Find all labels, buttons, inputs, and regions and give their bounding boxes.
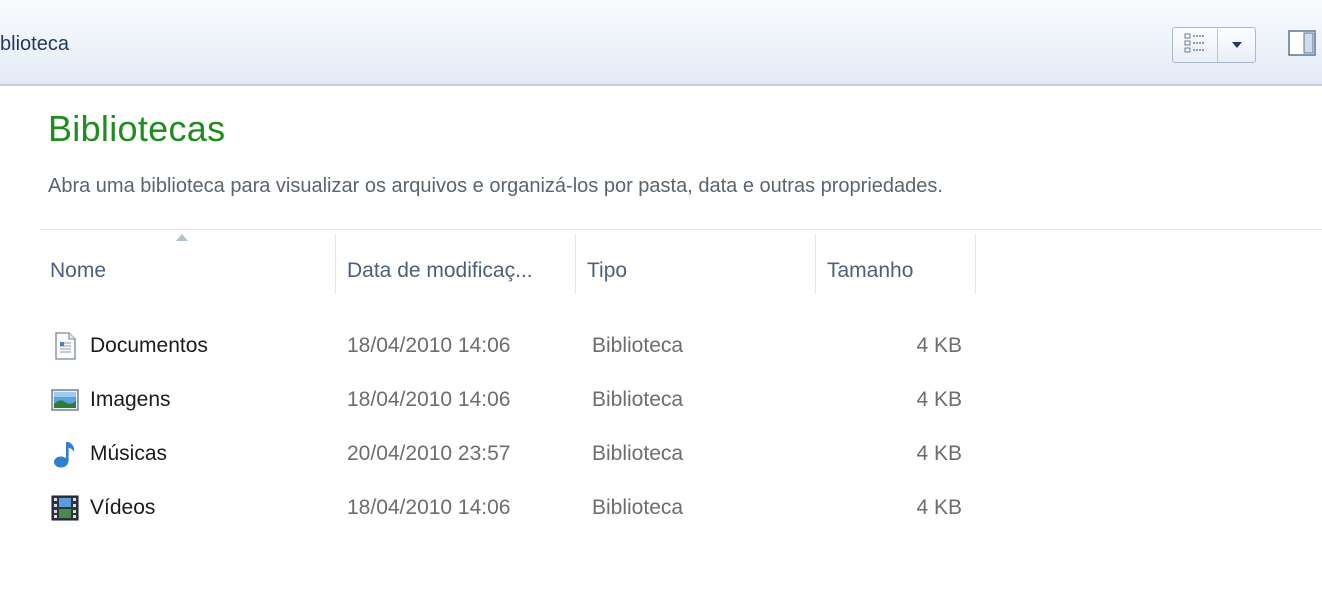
column-header-name-label: Nome <box>50 259 107 282</box>
name-cell: Músicas <box>50 427 167 481</box>
column-separator[interactable] <box>335 234 336 294</box>
size-cell: 4 KB <box>916 442 962 465</box>
preview-pane-icon <box>1287 29 1317 62</box>
column-header-size[interactable]: Tamanho <box>817 244 975 298</box>
library-row-videos[interactable]: Vídeos 18/04/2010 14:06 Biblioteca 4 KB <box>40 481 980 535</box>
preview-pane-button[interactable] <box>1282 29 1322 61</box>
video-library-icon <box>50 493 80 523</box>
column-separator[interactable] <box>975 234 976 294</box>
library-row-imagens[interactable]: Imagens 18/04/2010 14:06 Biblioteca 4 KB <box>40 373 980 427</box>
date-cell: 18/04/2010 14:06 <box>347 496 511 519</box>
size-cell: 4 KB <box>916 496 962 519</box>
command-bar: blioteca <box>0 0 1322 86</box>
page-title: Bibliotecas <box>48 108 226 149</box>
chevron-down-icon <box>1231 36 1243 54</box>
document-library-icon <box>50 331 80 361</box>
date-cell: 18/04/2010 14:06 <box>347 334 511 357</box>
column-separator[interactable] <box>575 234 576 294</box>
item-name: Músicas <box>90 442 168 465</box>
change-view-button[interactable] <box>1172 27 1256 63</box>
column-header-name[interactable]: Nome <box>40 244 335 298</box>
view-dropdown-button[interactable] <box>1218 28 1255 62</box>
type-cell: Biblioteca <box>592 496 684 519</box>
size-cell: 4 KB <box>916 334 962 357</box>
name-cell: Vídeos <box>50 481 155 535</box>
column-header-type[interactable]: Tipo <box>577 244 815 298</box>
details-view-icon <box>1184 32 1206 59</box>
explorer-window: blioteca Bibliotecas Abra uma biblioteca… <box>0 0 1322 601</box>
name-cell: Documentos <box>50 319 208 373</box>
library-row-musicas[interactable]: Músicas 20/04/2010 23:57 Biblioteca 4 KB <box>40 427 980 481</box>
item-name: Vídeos <box>90 496 156 519</box>
column-header-type-label: Tipo <box>587 259 628 282</box>
music-library-icon <box>50 439 80 469</box>
library-row-documentos[interactable]: Documentos 18/04/2010 14:06 Biblioteca 4… <box>40 319 980 373</box>
type-cell: Biblioteca <box>592 442 684 465</box>
name-cell: Imagens <box>50 373 171 427</box>
column-header-date[interactable]: Data de modificaç... <box>337 244 575 298</box>
column-separator[interactable] <box>815 234 816 294</box>
column-header-date-label: Data de modificaç... <box>347 259 533 282</box>
item-name: Imagens <box>90 388 171 411</box>
type-cell: Biblioteca <box>592 334 684 357</box>
column-header-size-label: Tamanho <box>827 259 914 282</box>
type-cell: Biblioteca <box>592 388 684 411</box>
item-name: Documentos <box>90 334 208 357</box>
size-cell: 4 KB <box>916 388 962 411</box>
change-view-main[interactable] <box>1173 28 1218 62</box>
date-cell: 18/04/2010 14:06 <box>347 388 511 411</box>
header-divider <box>40 229 1322 230</box>
date-cell: 20/04/2010 23:57 <box>347 442 511 465</box>
picture-library-icon <box>50 385 80 415</box>
location-label: blioteca <box>0 33 69 55</box>
page-subtitle: Abra uma biblioteca para visualizar os a… <box>48 175 943 197</box>
